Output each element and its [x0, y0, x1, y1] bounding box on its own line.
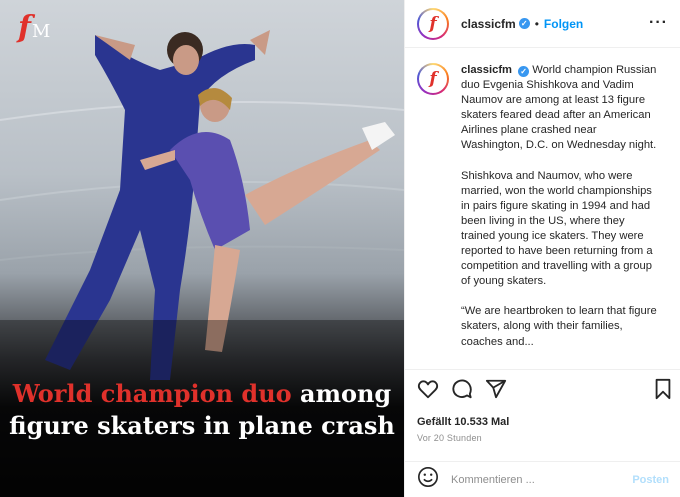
caption-username[interactable]: classicfm — [461, 64, 512, 76]
headline-rest-text: among — [291, 379, 392, 408]
logo-suffix: M — [31, 21, 50, 42]
caption-paragraph-1: classicfm ✓ World champion Russian duo E… — [461, 63, 661, 154]
emoji-icon[interactable] — [417, 466, 439, 493]
caption-body: classicfm ✓ World champion Russian duo E… — [461, 63, 661, 365]
post-comment-button[interactable]: Posten — [632, 474, 669, 486]
classicfm-logo: fM — [18, 10, 50, 45]
headline-line-2: figure skaters in plane crash — [9, 411, 395, 440]
comment-icon[interactable] — [451, 378, 473, 405]
likes-count[interactable]: Gefällt 10.533 Mal — [417, 416, 509, 428]
actions-area: Gefällt 10.533 Mal Vor 20 Stunden — [405, 369, 680, 461]
share-icon[interactable] — [485, 378, 507, 405]
bookmark-icon[interactable] — [653, 378, 673, 405]
post-timestamp[interactable]: Vor 20 Stunden — [417, 433, 482, 443]
verified-icon: ✓ — [518, 18, 530, 29]
post-header: f classicfm ✓ • Folgen ··· — [405, 0, 680, 48]
image-headline: World champion duo among figure skaters … — [0, 378, 404, 442]
avatar-logo-icon: f — [419, 9, 447, 38]
caption-avatar-logo-icon: f — [419, 65, 447, 93]
headline-red-text: World champion duo — [12, 379, 292, 408]
post-image[interactable]: fM World champion duo among figure skate… — [0, 0, 404, 497]
header-username[interactable]: classicfm — [461, 17, 516, 31]
headline-line-1: World champion duo among — [0, 378, 404, 410]
add-comment-bar: Kommentieren ... Posten — [405, 461, 680, 497]
comment-input[interactable]: Kommentieren ... — [451, 474, 632, 486]
logo-letter: f — [18, 10, 31, 45]
more-icon[interactable]: ··· — [649, 14, 668, 32]
caption-paragraph-3: “We are heartbroken to learn that figure… — [461, 305, 657, 348]
follow-button[interactable]: Folgen — [544, 17, 583, 31]
comments-scroll[interactable]: f classicfm ✓ World champion Russian duo… — [405, 49, 680, 369]
post-side-panel: f classicfm ✓ • Folgen ··· f classicfm ✓… — [404, 0, 680, 497]
caption: f classicfm ✓ World champion Russian duo… — [417, 63, 669, 365]
caption-verified-icon: ✓ — [518, 66, 530, 77]
heart-icon[interactable] — [417, 378, 439, 405]
caption-paragraph-2: Shishkova and Naumov, who were married, … — [461, 169, 653, 288]
caption-avatar[interactable]: f — [417, 63, 449, 95]
separator-dot: • — [534, 16, 539, 31]
action-icons — [405, 370, 680, 410]
caption-text-1: World champion Russian duo Evgenia Shish… — [461, 64, 657, 152]
avatar[interactable]: f — [417, 7, 449, 40]
